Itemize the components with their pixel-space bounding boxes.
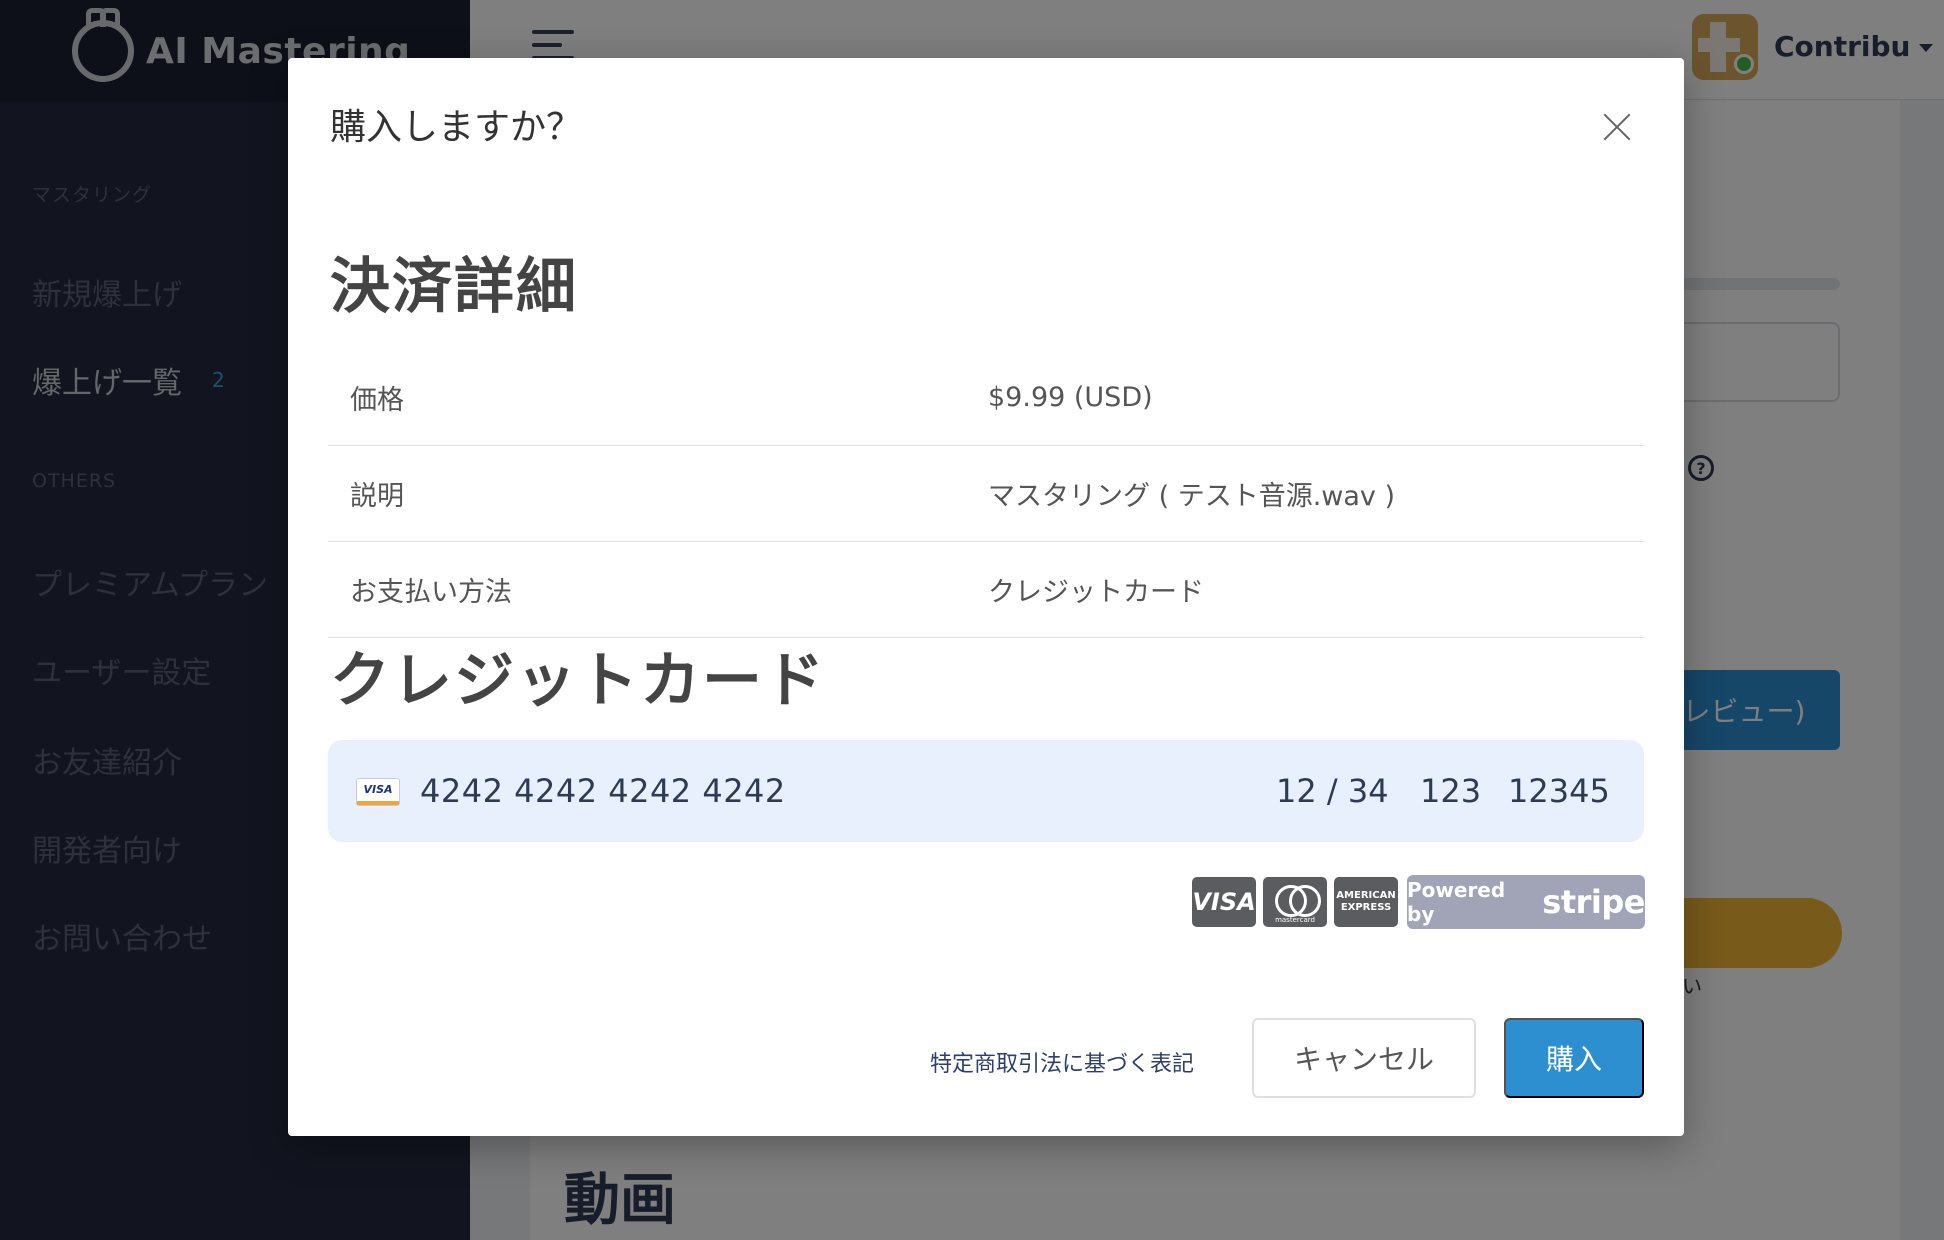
- amex-logo-icon: AMERICAN EXPRESS: [1334, 877, 1398, 927]
- buy-button[interactable]: 購入: [1504, 1018, 1644, 1098]
- visa-card-icon: VISA: [356, 778, 400, 806]
- detail-value: クレジットカード: [988, 577, 1204, 608]
- card-input-field[interactable]: VISA 4242 4242 4242 4242 12 / 34 123 123…: [328, 740, 1644, 842]
- legal-notice-link[interactable]: 特定商取引法に基づく表記: [930, 1046, 1194, 1078]
- payment-details-heading: 決済詳細: [330, 252, 578, 322]
- amex-line1: AMERICAN: [1336, 890, 1396, 901]
- card-cvc-input[interactable]: 123: [1420, 772, 1481, 810]
- detail-row-price: 価格 $9.99 (USD): [328, 350, 1644, 446]
- stripe-prefix: Powered by: [1407, 878, 1506, 926]
- detail-label: 価格: [350, 385, 404, 416]
- close-icon[interactable]: [1602, 112, 1632, 142]
- amex-line2: EXPRESS: [1340, 902, 1392, 913]
- detail-value: マスタリング ( テスト音源.wav ): [988, 481, 1396, 512]
- payment-details-table: 価格 $9.99 (USD) 説明 マスタリング ( テスト音源.wav ) お…: [328, 350, 1644, 638]
- detail-row-payment-method: お支払い方法 クレジットカード: [328, 542, 1644, 638]
- cancel-button[interactable]: キャンセル: [1252, 1018, 1476, 1098]
- powered-by-stripe-badge[interactable]: Powered by stripe: [1407, 875, 1645, 929]
- stripe-wordmark: stripe: [1542, 883, 1645, 921]
- mastercard-label: mastercard: [1275, 916, 1315, 924]
- modal-title: 購入しますか？: [330, 107, 583, 148]
- detail-row-description: 説明 マスタリング ( テスト音源.wav ): [328, 446, 1644, 542]
- detail-label: お支払い方法: [350, 577, 512, 608]
- detail-label: 説明: [350, 481, 404, 512]
- purchase-modal: 購入しますか？ 決済詳細 価格 $9.99 (USD) 説明 マスタリング ( …: [288, 58, 1684, 1136]
- card-expiry-input[interactable]: 12 / 34: [1276, 772, 1389, 810]
- accepted-card-brands: VISA mastercard AMERICAN EXPRESS Powered…: [1192, 874, 1645, 930]
- visa-logo-icon: VISA: [1192, 877, 1256, 927]
- detail-value: $9.99 (USD): [988, 382, 1153, 413]
- mastercard-logo-icon: mastercard: [1263, 877, 1327, 927]
- card-number-input[interactable]: 4242 4242 4242 4242: [420, 772, 786, 810]
- card-postal-input[interactable]: 12345: [1508, 772, 1610, 810]
- credit-card-heading: クレジットカード: [330, 646, 826, 716]
